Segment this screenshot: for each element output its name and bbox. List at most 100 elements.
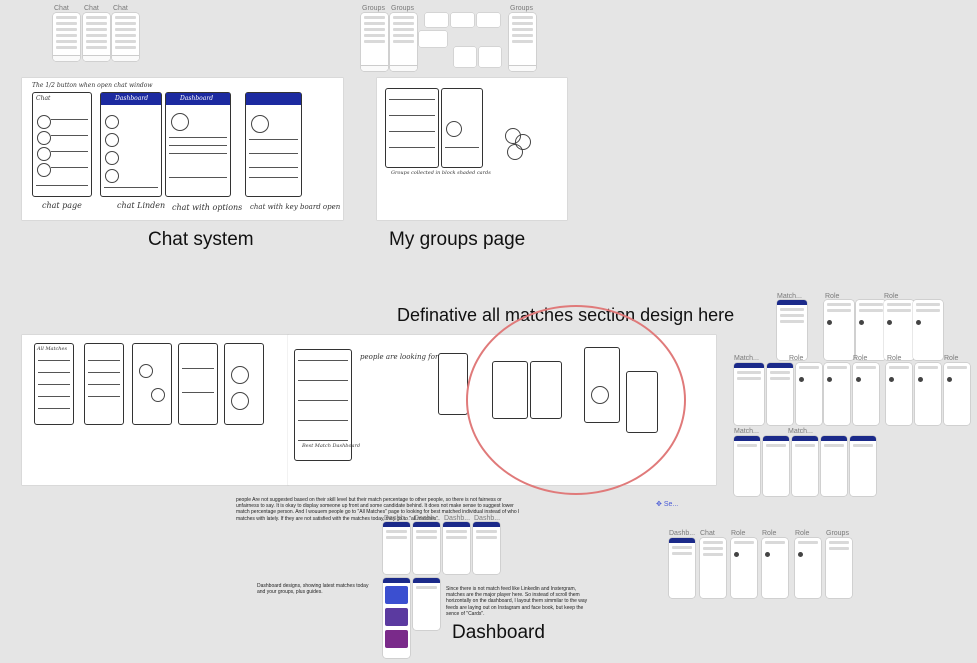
frame-label-role-1[interactable]: Role — [825, 293, 839, 300]
sketch-venn-3 — [507, 144, 523, 160]
groups-card-6[interactable] — [479, 47, 501, 67]
selection-chip[interactable]: ✥ Se... — [656, 500, 678, 508]
match-frame-l2[interactable] — [763, 436, 789, 496]
frame-label-groups-3[interactable]: Groups — [510, 5, 533, 12]
chat-sketch-image[interactable]: The 1/2 button when open chat window Cha… — [22, 78, 343, 220]
highlight-circle — [466, 305, 686, 495]
sketch-note-best-match: Best Match Dashboard — [302, 443, 361, 449]
sketch-dash-header-2: Dashboard — [180, 95, 214, 102]
section-title-dashboard: Dashboard — [452, 622, 545, 643]
role-frame-r4[interactable] — [913, 300, 943, 360]
groups-card-2[interactable] — [451, 13, 474, 27]
frame-label-role-4[interactable]: Role — [853, 355, 867, 362]
groups-frame-3[interactable] — [509, 13, 536, 71]
match-frame-m1[interactable] — [734, 363, 764, 425]
sketch-chat-page: Chat — [32, 92, 92, 197]
role-frame-m3[interactable] — [853, 363, 879, 425]
matches-sketch-image-1[interactable]: All Matches — [22, 335, 288, 485]
frame-label-br-2[interactable]: Chat — [700, 530, 715, 537]
frame-label-br-3[interactable]: Role — [731, 530, 745, 537]
match-frame-l1[interactable] — [734, 436, 760, 496]
role-frame-r2[interactable] — [856, 300, 886, 360]
groups-frame-2[interactable] — [390, 13, 417, 71]
role-frame-m6[interactable] — [944, 363, 970, 425]
sketch-matches-5 — [224, 343, 264, 425]
role-frame-m4[interactable] — [886, 363, 912, 425]
selection-icon: ✥ — [656, 501, 662, 508]
match-frame-r1[interactable] — [777, 300, 807, 360]
section-title-chat: Chat system — [148, 229, 254, 250]
sketch-chat-header: Chat — [36, 95, 51, 102]
frame-label-br-6[interactable]: Groups — [826, 530, 849, 537]
dash-frame-6[interactable] — [413, 578, 440, 630]
frame-label-br-4[interactable]: Role — [762, 530, 776, 537]
frame-label-role-3[interactable]: Role — [789, 355, 803, 362]
frame-label-match-4[interactable]: Match... — [788, 428, 813, 435]
dash-frame-4[interactable] — [473, 522, 500, 574]
dash-frame-1[interactable] — [383, 522, 410, 574]
sketch-chat-options: Dashboard — [165, 92, 231, 197]
groups-card-3[interactable] — [477, 13, 500, 27]
br-frame-6[interactable] — [826, 538, 852, 598]
frame-label-chat-1[interactable]: Chat — [54, 5, 69, 12]
groups-frame-1[interactable] — [361, 13, 388, 71]
selection-label: Se... — [663, 501, 679, 508]
dash-frame-2[interactable] — [413, 522, 440, 574]
frame-label-dash-3[interactable]: Dashb... — [444, 515, 470, 522]
frame-label-groups-2[interactable]: Groups — [391, 5, 414, 12]
frame-label-role-6[interactable]: Role — [944, 355, 958, 362]
frame-label-match-1[interactable]: Match... — [777, 293, 802, 300]
dashboard-note-left: Dashboard designs, showing latest matche… — [257, 583, 369, 596]
groups-sketch-image[interactable]: Groups collected in block shaded cards — [377, 78, 567, 220]
br-frame-1[interactable] — [669, 538, 695, 598]
dash-frame-5[interactable] — [383, 578, 410, 658]
frame-label-chat-2[interactable]: Chat — [84, 5, 99, 12]
frame-label-role-2[interactable]: Role — [884, 293, 898, 300]
sketch-matches-2 — [84, 343, 124, 425]
sketch-matches-6 — [438, 353, 468, 415]
sketch-matches-4 — [178, 343, 218, 425]
br-frame-5[interactable] — [795, 538, 821, 598]
br-frame-3[interactable] — [731, 538, 757, 598]
frame-label-dash-1[interactable]: Dashb... — [384, 515, 410, 522]
groups-card-1[interactable] — [425, 13, 448, 27]
frame-label-match-3[interactable]: Match... — [734, 428, 759, 435]
role-frame-r3[interactable] — [884, 300, 914, 360]
frame-label-dash-2[interactable]: Dashb... — [414, 515, 440, 522]
frame-label-dash-4[interactable]: Dashb... — [474, 515, 500, 522]
caption-groups: Groups collected in block shaded cards — [391, 170, 491, 176]
role-frame-m2[interactable] — [824, 363, 850, 425]
sketch-chat-keyboard — [245, 92, 302, 197]
frame-label-groups-1[interactable]: Groups — [362, 5, 385, 12]
frame-label-br-1[interactable]: Dashb... — [669, 530, 695, 537]
groups-card-4[interactable] — [419, 31, 447, 47]
match-frame-l5[interactable] — [850, 436, 876, 496]
role-frame-r1[interactable] — [824, 300, 854, 360]
caption-chat-linden: chat Linden — [117, 201, 166, 210]
role-frame-m5[interactable] — [915, 363, 941, 425]
chat-frame-3[interactable] — [112, 13, 139, 61]
frame-label-br-5[interactable]: Role — [795, 530, 809, 537]
role-frame-m1[interactable] — [796, 363, 822, 425]
sketch-groups-2 — [441, 88, 483, 168]
sketch-matches-3 — [132, 343, 172, 425]
match-frame-m2[interactable] — [767, 363, 793, 425]
frame-label-role-5[interactable]: Role — [887, 355, 901, 362]
dashboard-note-right: Since there is not match feed like Linke… — [446, 586, 588, 617]
caption-chat-options: chat with options — [172, 203, 243, 212]
frame-label-match-2[interactable]: Match... — [734, 355, 759, 362]
sketch-dash-header-1: Dashboard — [115, 95, 149, 102]
match-frame-l4[interactable] — [821, 436, 847, 496]
br-frame-4[interactable] — [762, 538, 788, 598]
caption-chat-keyboard: chat with key board open — [250, 203, 341, 211]
br-frame-2[interactable] — [700, 538, 726, 598]
groups-card-5[interactable] — [454, 47, 476, 67]
dash-frame-3[interactable] — [443, 522, 470, 574]
match-frame-l3[interactable] — [792, 436, 818, 496]
chat-frame-1[interactable] — [53, 13, 80, 61]
chat-frame-2[interactable] — [83, 13, 110, 61]
frame-label-chat-3[interactable]: Chat — [113, 5, 128, 12]
caption-chat-page: chat page — [42, 201, 82, 210]
chat-sketch-note: The 1/2 button when open chat window — [32, 82, 153, 89]
sketch-chat-linden: Dashboard — [100, 92, 162, 197]
